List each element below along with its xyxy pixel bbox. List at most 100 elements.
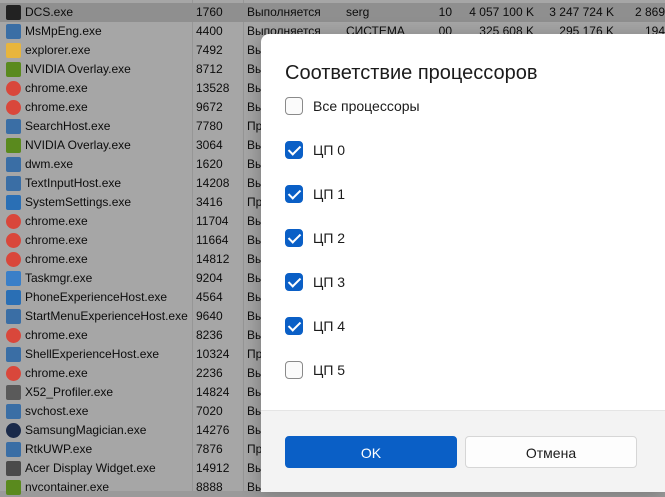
process-name: svchost.exe xyxy=(25,404,89,418)
app-icon xyxy=(6,157,21,172)
chrome-icon xyxy=(6,328,21,343)
taskmgr-icon xyxy=(6,271,21,286)
app-icon xyxy=(6,5,21,20)
app-icon xyxy=(6,385,21,400)
app-icon xyxy=(6,442,21,457)
process-name: chrome.exe xyxy=(25,233,88,247)
process-name: chrome.exe xyxy=(25,366,88,380)
process-name: chrome.exe xyxy=(25,328,88,342)
process-pid: 7492 xyxy=(196,43,223,57)
nvidia-icon xyxy=(6,62,21,77)
process-name: PhoneExperienceHost.exe xyxy=(25,290,168,304)
option-all-processors[interactable]: Все процессоры xyxy=(285,97,585,119)
process-pid: 1760 xyxy=(196,5,223,19)
app-icon xyxy=(6,176,21,191)
process-pid: 11704 xyxy=(196,214,229,228)
process-pid: 3416 xyxy=(196,195,223,209)
process-pid: 14824 xyxy=(196,385,230,399)
process-pid: 8712 xyxy=(196,62,223,76)
process-user: serg xyxy=(346,5,370,19)
process-name: NVIDIA Overlay.exe xyxy=(25,62,131,76)
process-pid: 9640 xyxy=(196,309,223,323)
process-cpu: 10 xyxy=(438,5,452,19)
chrome-icon xyxy=(6,366,21,381)
process-pid: 13528 xyxy=(196,81,230,95)
chrome-icon xyxy=(6,214,21,229)
process-name: NVIDIA Overlay.exe xyxy=(25,138,131,152)
process-pid: 4400 xyxy=(196,24,223,38)
process-pid: 14276 xyxy=(196,423,230,437)
app-icon xyxy=(6,24,21,39)
process-pid: 10324 xyxy=(196,347,230,361)
samsung-icon xyxy=(6,423,21,438)
phone-icon xyxy=(6,290,21,305)
process-pid: 9204 xyxy=(196,271,223,285)
process-name: Acer Display Widget.exe xyxy=(25,461,156,475)
gear-icon xyxy=(6,195,21,210)
process-mem: 4 057 100 K xyxy=(469,5,534,19)
process-pid: 14208 xyxy=(196,176,230,190)
process-name: chrome.exe xyxy=(25,100,88,114)
process-name: chrome.exe xyxy=(25,252,88,266)
option-cpu-4[interactable]: ЦП 4 xyxy=(285,317,585,339)
process-name: Taskmgr.exe xyxy=(25,271,93,285)
process-extra: 2 869 xyxy=(634,5,665,19)
chrome-icon xyxy=(6,252,21,267)
dialog-title: Соответствие процессоров xyxy=(285,62,538,84)
chrome-icon xyxy=(6,233,21,248)
option-label: Все процессоры xyxy=(313,98,420,114)
process-pid: 3064 xyxy=(196,138,223,152)
checkbox-checked[interactable] xyxy=(285,185,303,203)
option-label: ЦП 2 xyxy=(313,230,346,246)
process-pid: 4564 xyxy=(196,290,223,304)
option-cpu-5[interactable]: ЦП 5 xyxy=(285,361,585,383)
process-name: nvcontainer.exe xyxy=(25,480,110,494)
chrome-icon xyxy=(6,81,21,96)
process-pid: 7780 xyxy=(196,119,223,133)
process-name: chrome.exe xyxy=(25,214,88,228)
process-status: Выполняется xyxy=(247,5,321,19)
table-row[interactable]: DCS.exe 1760 Выполняется serg 10 4 057 100 K 3… xyxy=(0,3,665,22)
process-name: SystemSettings.exe xyxy=(25,195,132,209)
checkbox-unchecked[interactable] xyxy=(285,97,303,115)
process-pid: 11664 xyxy=(196,233,229,247)
cancel-button[interactable]: Отмена xyxy=(465,436,637,468)
app-icon xyxy=(6,347,21,362)
process-mem2: 3 247 724 K xyxy=(549,5,614,19)
process-name: DCS.exe xyxy=(25,5,74,19)
process-pid: 7876 xyxy=(196,442,223,456)
option-cpu-0[interactable]: ЦП 0 xyxy=(285,141,585,163)
checkbox-checked[interactable] xyxy=(285,229,303,247)
process-pid: 8888 xyxy=(196,480,223,494)
ok-button[interactable]: OK xyxy=(285,436,457,468)
process-name: SearchHost.exe xyxy=(25,119,111,133)
process-pid: 2236 xyxy=(196,366,223,380)
process-name: SamsungMagician.exe xyxy=(25,423,147,437)
dialog-footer: OK Отмена xyxy=(261,410,665,492)
process-pid: 7020 xyxy=(196,404,223,418)
option-label: ЦП 1 xyxy=(313,186,346,202)
process-pid: 14912 xyxy=(196,461,230,475)
option-label: ЦП 0 xyxy=(313,142,346,158)
nvidia-icon xyxy=(6,480,21,495)
checkbox-checked[interactable] xyxy=(285,273,303,291)
process-name: dwm.exe xyxy=(25,157,74,171)
nvidia-icon xyxy=(6,138,21,153)
chrome-icon xyxy=(6,100,21,115)
process-name: MsMpEng.exe xyxy=(25,24,102,38)
option-cpu-3[interactable]: ЦП 3 xyxy=(285,273,585,295)
option-cpu-1[interactable]: ЦП 1 xyxy=(285,185,585,207)
process-name: ShellExperienceHost.exe xyxy=(25,347,160,361)
option-label: ЦП 3 xyxy=(313,274,346,290)
option-cpu-2[interactable]: ЦП 2 xyxy=(285,229,585,251)
process-name: TextInputHost.exe xyxy=(25,176,122,190)
checkbox-checked[interactable] xyxy=(285,141,303,159)
app-icon xyxy=(6,119,21,134)
option-label: ЦП 5 xyxy=(313,362,346,378)
process-name: chrome.exe xyxy=(25,81,88,95)
option-label: ЦП 4 xyxy=(313,318,346,334)
process-name: RtkUWP.exe xyxy=(25,442,93,456)
checkbox-checked[interactable] xyxy=(285,317,303,335)
process-pid: 9672 xyxy=(196,100,223,114)
checkbox-unchecked[interactable] xyxy=(285,361,303,379)
